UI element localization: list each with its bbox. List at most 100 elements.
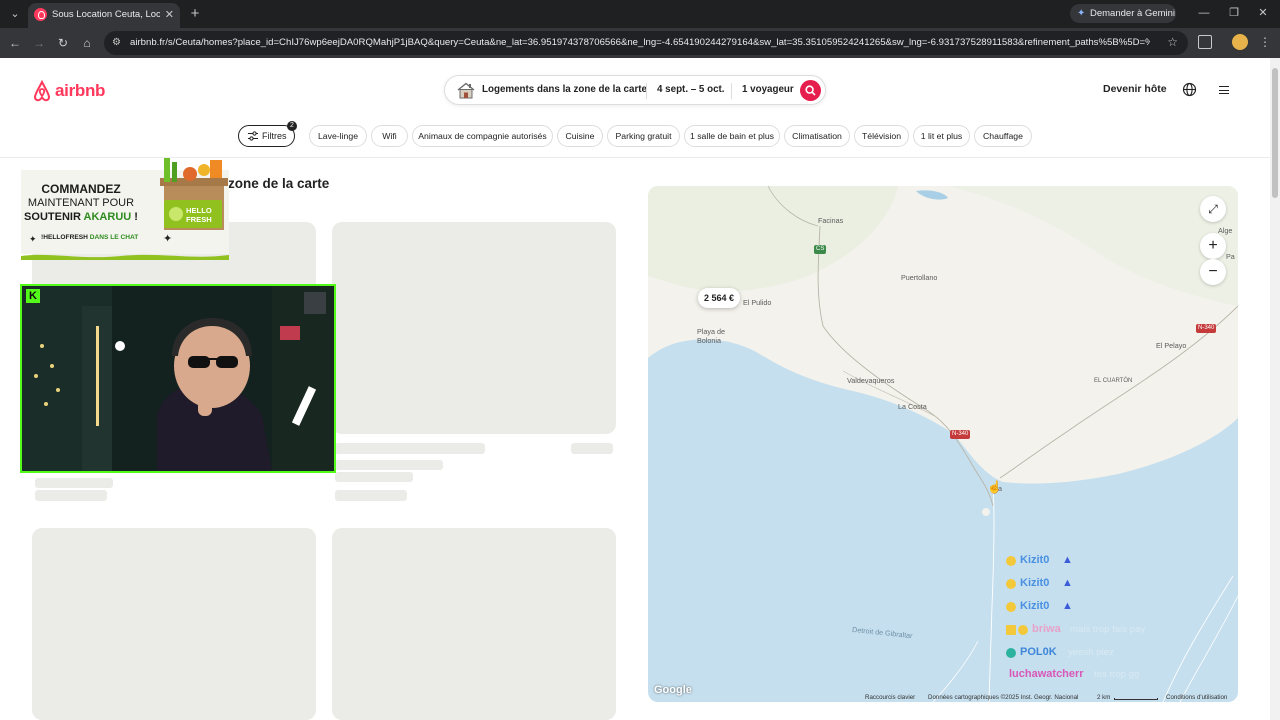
map-label-facinas: Facinas: [818, 216, 844, 225]
chat-username: luchawatcherr: [1009, 668, 1084, 680]
scrollbar-thumb[interactable]: [1272, 68, 1278, 198]
lime-icon: [169, 207, 183, 221]
become-host-link[interactable]: Devenir hôte: [1103, 83, 1167, 95]
filters-count-badge: 2: [287, 121, 297, 131]
map-label-algeciras: Alge: [1218, 226, 1233, 235]
chat-username: POL0K: [1020, 646, 1057, 658]
chip-wifi[interactable]: Wifi: [371, 125, 408, 147]
restore-icon[interactable]: ❐: [1227, 6, 1241, 20]
sub-badge-icon: [1006, 579, 1016, 589]
promo-line-1: COMMANDEZ: [41, 182, 121, 196]
chip-lave-linge[interactable]: Lave-linge: [309, 125, 367, 147]
emote-icon: ▲: [1062, 577, 1073, 589]
search-button[interactable]: [800, 80, 821, 101]
chip-parking[interactable]: Parking gratuit: [607, 125, 680, 147]
sub-badge-icon: [1006, 602, 1016, 612]
vip-badge-icon: [1006, 625, 1016, 635]
page-scrollbar[interactable]: [1270, 58, 1280, 720]
keyboard-shortcuts-link[interactable]: Raccourcis clavier: [865, 694, 915, 701]
zoom-out-icon[interactable]: −: [1200, 259, 1226, 285]
menu-bar-icon: [1219, 89, 1229, 91]
map-scale-label: 2 km: [1097, 694, 1111, 701]
search-location[interactable]: Logements dans la zone de la carte: [482, 84, 647, 95]
extensions-icon[interactable]: [1198, 35, 1212, 49]
expand-map-icon[interactable]: ⤢: [1200, 196, 1226, 222]
listing-card-placeholder: [332, 528, 616, 720]
browser-menu-icon[interactable]: ⋮: [1259, 34, 1271, 50]
chat-username: Kizit0: [1020, 554, 1050, 566]
brand-line-2: FRESH: [186, 215, 212, 224]
listing-subtitle-placeholder: [35, 478, 113, 488]
webcam-feed: [22, 286, 334, 471]
map-data-credit: Données cartographiques ©2025 Inst. Geog…: [928, 694, 1079, 701]
stream-chat-overlay: Kizit0 ▲ Kizit0 ▲ Kizit0 ▲ briwa mais tr…: [1006, 554, 1206, 684]
bookmark-star-icon[interactable]: ☆: [1167, 35, 1178, 49]
home-icon[interactable]: ⌂: [79, 35, 95, 51]
sub-badge-icon: [1006, 556, 1016, 566]
search-bar[interactable]: Logements dans la zone de la carte 4 sep…: [444, 75, 826, 105]
map-label-bolonia: Bolonia: [697, 336, 721, 345]
main-menu-button[interactable]: [1209, 75, 1239, 105]
road-badge-cs: CS: [814, 245, 827, 254]
map-label-playa: Playa de: [697, 327, 725, 336]
promo-line-3-prefix: SOUTENIR: [24, 211, 84, 223]
airbnb-logo-icon: [33, 80, 51, 102]
airbnb-favicon-icon: [34, 8, 47, 21]
chip-animaux[interactable]: Animaux de compagnie autorisés: [412, 125, 553, 147]
map-label-el-cuarton: EL CUARTÓN: [1094, 378, 1133, 384]
minimize-icon[interactable]: —: [1197, 6, 1211, 20]
chip-lit[interactable]: 1 lit et plus: [913, 125, 970, 147]
reload-icon[interactable]: ↻: [55, 35, 71, 51]
streamer-webcam-overlay: K: [20, 284, 336, 473]
menu-bar-icon: [1219, 86, 1229, 88]
gemini-button[interactable]: ✦ Demander à Gemini: [1070, 4, 1176, 23]
chip-climatisation[interactable]: Climatisation: [784, 125, 850, 147]
map-terms-link[interactable]: Conditions d'utilisation: [1166, 694, 1227, 701]
map-label-pa: Pa: [1226, 252, 1235, 261]
promo-line-2: MAINTENANT POUR: [27, 197, 135, 209]
map-label-valdevaqueros: Valdevaqueros: [847, 376, 895, 385]
map-label-el-pulido: El Pulido: [743, 298, 772, 307]
address-bar[interactable]: ⚙ airbnb.fr/s/Ceuta/homes?place_id=ChIJ7…: [104, 31, 1188, 55]
profile-avatar[interactable]: [1232, 34, 1248, 50]
chat-text: tes trop gg: [1094, 669, 1140, 680]
tab-close-icon[interactable]: ✕: [165, 8, 174, 22]
window-close-icon[interactable]: ✕: [1256, 6, 1270, 20]
search-divider: [731, 83, 732, 99]
forward-icon[interactable]: →: [31, 35, 47, 51]
emote-icon: ▲: [1062, 600, 1073, 612]
globe-icon[interactable]: [1182, 82, 1197, 97]
chat-username: briwa: [1032, 623, 1061, 635]
search-guests[interactable]: 1 voyageur: [742, 84, 794, 95]
listing-card-placeholder: [332, 222, 616, 434]
airbnb-wordmark: airbnb: [55, 81, 106, 100]
search-icon: [805, 85, 816, 96]
back-icon[interactable]: ←: [7, 35, 23, 51]
filters-button[interactable]: Filtres 2: [238, 121, 297, 147]
search-dates[interactable]: 4 sept. – 5 oct.: [657, 84, 725, 95]
new-tab-icon[interactable]: +: [188, 5, 202, 23]
site-info-icon[interactable]: ⚙: [112, 36, 126, 50]
chip-television[interactable]: Télévision: [854, 125, 909, 147]
browser-tab[interactable]: Sous Location Ceuta, Location ✕: [28, 3, 180, 28]
results-title: zone de la carte: [228, 176, 330, 191]
map-price-pin[interactable]: 2 564 €: [698, 288, 741, 308]
chip-salle-de-bain[interactable]: 1 salle de bain et plus: [684, 125, 780, 147]
url-text[interactable]: airbnb.fr/s/Ceuta/homes?place_id=ChIJ76w…: [130, 37, 1150, 50]
map-label-la-costa: La Costa: [898, 402, 927, 411]
tab-search-icon[interactable]: ⌄: [6, 5, 24, 23]
menu-bar-icon: [1219, 93, 1229, 95]
promo-hashtag-suffix: DANS LE CHAT: [87, 234, 139, 241]
chat-text: mais trop fais pay: [1070, 624, 1146, 635]
filters-label: Filtres: [262, 131, 287, 141]
chat-username: Kizit0: [1020, 577, 1050, 589]
promo-hashtag: !HELLOFRESH DANS LE CHAT: [41, 234, 138, 241]
house-icon: [457, 82, 475, 99]
chip-cuisine[interactable]: Cuisine: [557, 125, 603, 147]
chip-chauffage[interactable]: Chauffage: [974, 125, 1032, 147]
chat-text: yeesh plez: [1068, 647, 1114, 658]
map-label-puertollano: Puertollano: [901, 273, 938, 282]
promo-wave: [21, 254, 229, 260]
gemini-sparkle-icon: ✦: [1077, 8, 1086, 19]
zoom-in-icon[interactable]: +: [1200, 233, 1226, 259]
